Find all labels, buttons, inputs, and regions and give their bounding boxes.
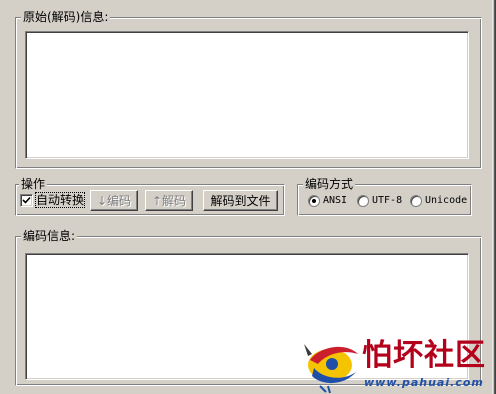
radio-ansi-label[interactable]: ANSI — [323, 194, 347, 208]
encode-button[interactable]: ↓编码 — [90, 190, 138, 211]
watermark: 怕坏社区 www.pahuai.com — [300, 332, 496, 394]
radio-selected-dot — [312, 199, 316, 203]
decode-button[interactable]: ↑解码 — [145, 190, 193, 211]
watermark-title: 怕坏社区 — [362, 338, 486, 373]
pahuai-logo-icon — [304, 344, 358, 394]
radio-utf8-label[interactable]: UTF-8 — [372, 194, 402, 208]
watermark-url: www.pahuai.com — [364, 376, 484, 389]
decode-to-file-button[interactable]: 解码到文件 — [203, 190, 278, 211]
original-info-legend: 原始(解码)信息: — [21, 9, 111, 25]
radio-ansi[interactable] — [308, 195, 320, 207]
encoded-info-legend: 编码信息: — [21, 228, 78, 244]
auto-convert-label[interactable]: 自动转换 — [34, 192, 86, 208]
auto-convert-checkbox[interactable] — [20, 194, 33, 207]
original-info-textarea[interactable] — [25, 31, 469, 159]
operation-legend: 操作 — [19, 176, 48, 192]
radio-utf8[interactable] — [357, 195, 369, 207]
radio-unicode-label[interactable]: Unicode — [425, 194, 467, 208]
encoding-method-legend: 编码方式 — [303, 176, 356, 192]
radio-unicode[interactable] — [410, 195, 422, 207]
checkmark-icon — [22, 196, 31, 204]
